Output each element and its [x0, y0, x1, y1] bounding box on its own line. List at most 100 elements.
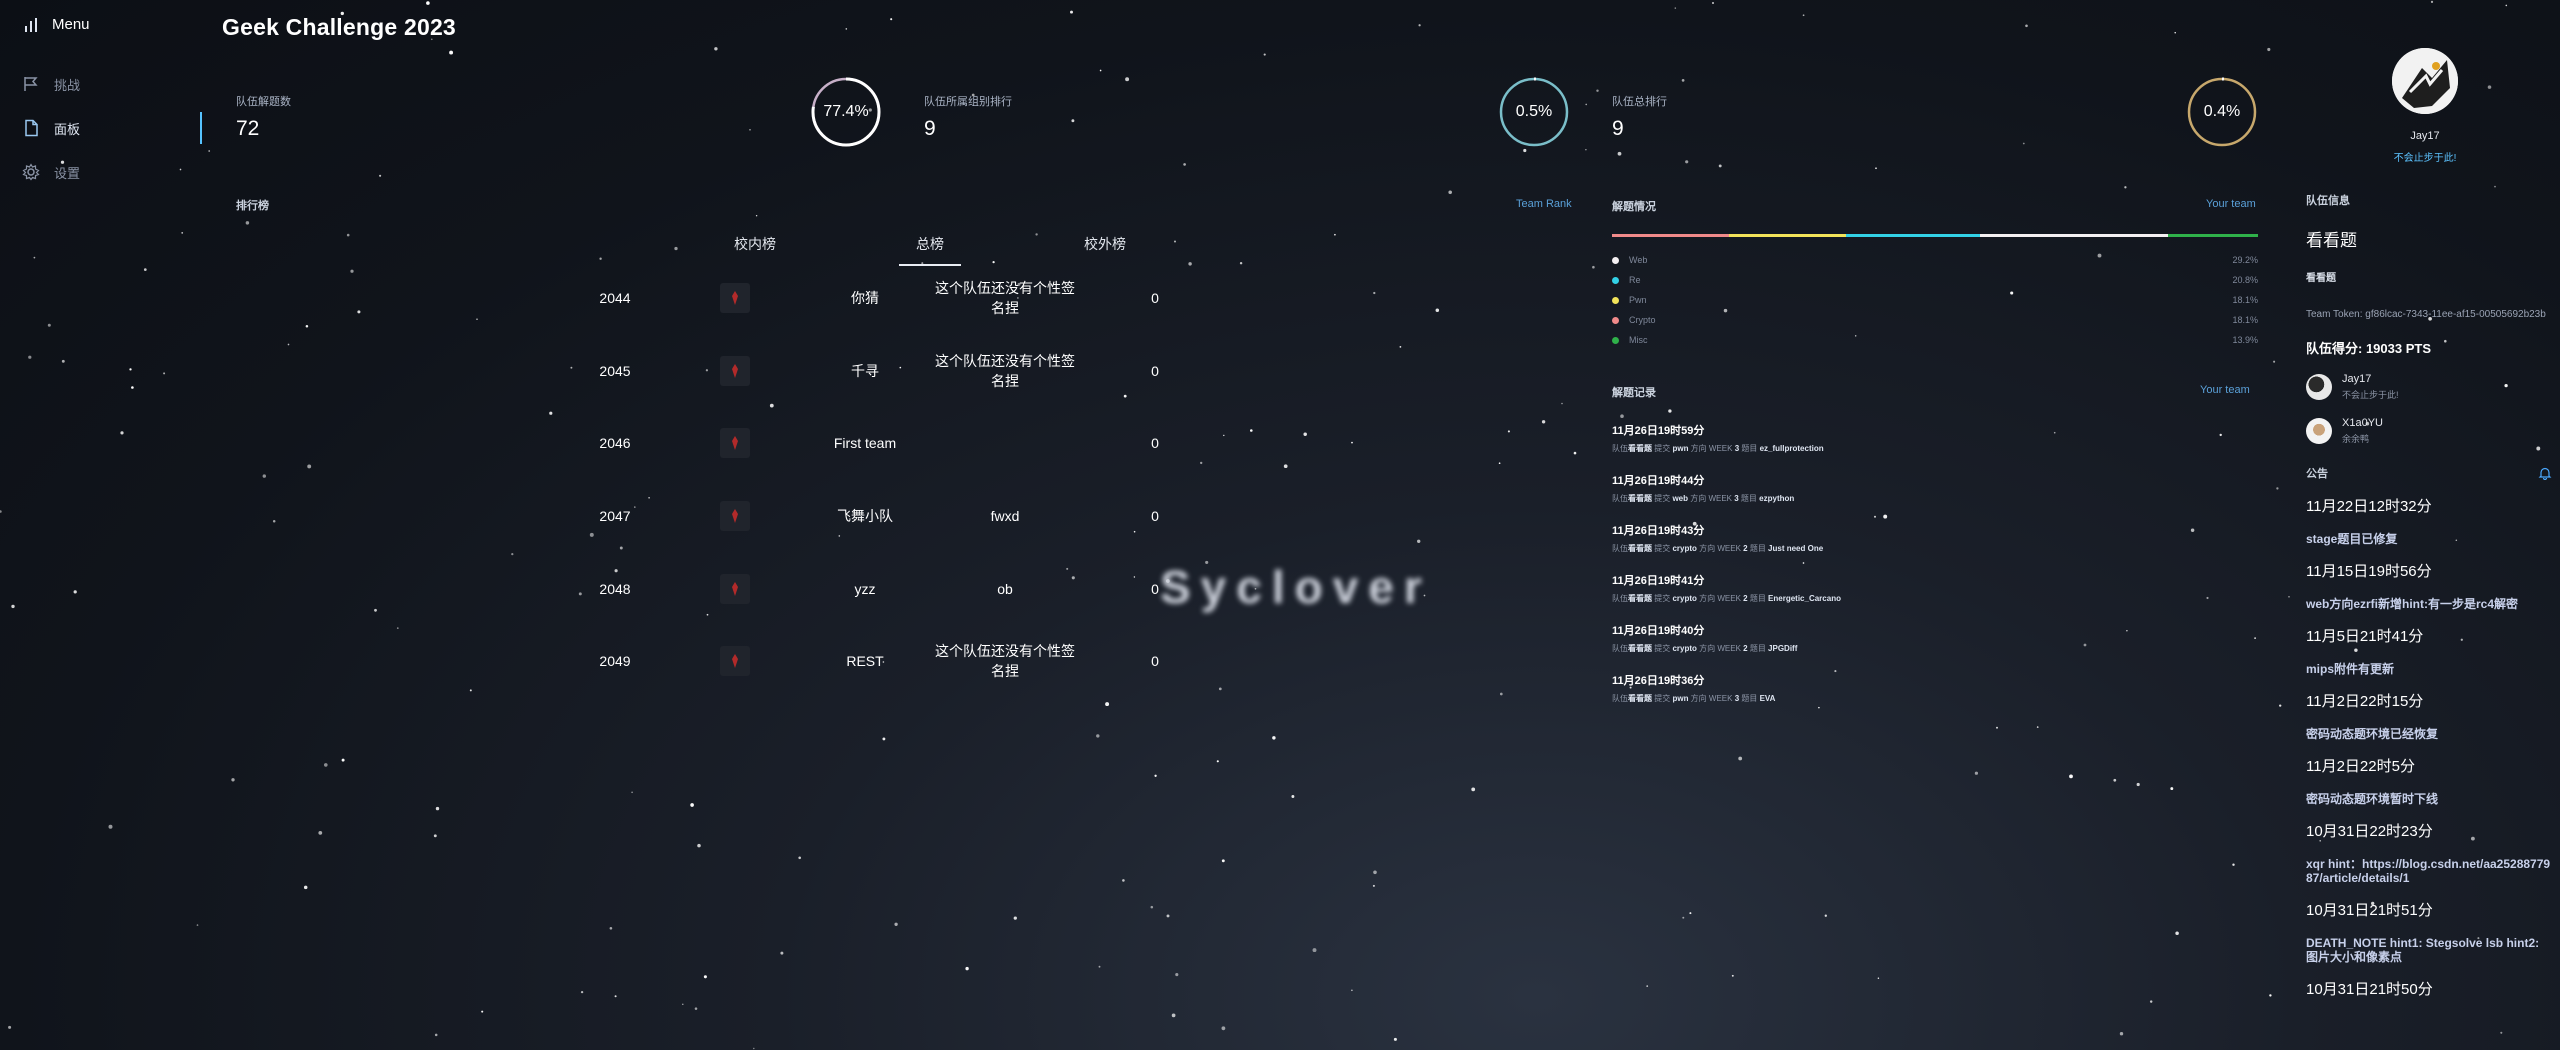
star [272, 519, 276, 523]
team-token: Team Token: gf86lcac-7343-11ee-af15-0050… [2306, 309, 2546, 320]
star [1393, 1037, 1397, 1041]
sidebar-item-settings[interactable]: 设置 [22, 160, 80, 184]
star [714, 47, 718, 51]
star [882, 737, 886, 741]
star [481, 1010, 484, 1013]
star [1646, 985, 1649, 987]
star [1221, 859, 1225, 863]
star [323, 763, 328, 767]
tab-external[interactable]: 校外榜 [1040, 230, 1170, 266]
ring-percent: 0.5% [1515, 103, 1553, 120]
star [28, 355, 32, 359]
star [1334, 233, 1336, 236]
announcement-text: DEATH_NOTE hint1: Stegsolve lsb hint2: 图… [2306, 936, 2540, 964]
legend-dot [1612, 256, 1619, 264]
user-avatar[interactable] [2392, 48, 2458, 114]
ranking-tabs: 校内榜 总榜 校外榜 [690, 230, 1170, 266]
star [1498, 462, 1501, 465]
star [1351, 989, 1353, 992]
table-row[interactable]: 2045 千寻 这个队伍还没有个性签名捏 0 [560, 335, 1280, 408]
records-link[interactable]: Your team [2200, 384, 2250, 396]
star [549, 411, 553, 415]
category-percent: 18.1% [2232, 295, 2258, 305]
solve-stats-link[interactable]: Your team [2206, 198, 2256, 210]
star [1507, 430, 1510, 433]
rank-cell: 2044 [599, 290, 631, 307]
star [73, 590, 77, 594]
tab-school[interactable]: 校内榜 [690, 230, 820, 266]
star [435, 806, 440, 811]
announcement-date: 10月31日22时23分 [2306, 823, 2433, 840]
star [2267, 47, 2271, 52]
member-item[interactable]: X1a0YU 余余鸭 [2306, 417, 2552, 445]
star [1499, 692, 1503, 696]
table-row[interactable]: 2044 你猜 这个队伍还没有个性签名捏 0 [560, 262, 1280, 335]
team-logo [670, 428, 800, 459]
sidebar-item-dashboard[interactable]: 面板 [22, 116, 80, 140]
star [434, 1033, 438, 1037]
star [1681, 79, 1685, 82]
bar-segment-web [1979, 234, 2169, 237]
ranking-table: 2044 你猜 这个队伍还没有个性签名捏 0 2045 千寻 这个队伍还没有个性… [560, 262, 1280, 698]
star [845, 28, 848, 30]
table-row[interactable]: 2049 REST 这个队伍还没有个性签名捏 0 [560, 625, 1280, 698]
stat-label: 队伍总排行 [1612, 96, 1667, 108]
legend-dot [1612, 276, 1619, 284]
record-time: 11月26日19时40分 [1612, 625, 1705, 637]
record-time: 11月26日19时59分 [1612, 425, 1705, 437]
star [965, 966, 969, 971]
record-time: 11月26日19时36分 [1612, 675, 1705, 687]
menu-header[interactable]: Menu [24, 16, 90, 33]
rank-cell: 2046 [599, 435, 631, 452]
star [8, 1025, 12, 1029]
member-motto: 余余鸭 [2342, 434, 2370, 444]
sidebar-item-challenges[interactable]: 挑战 [22, 72, 80, 96]
announcement-text: xqr hint：https://blog.csdn.net/aa2528877… [2306, 857, 2551, 885]
team-logo-icon [732, 581, 738, 596]
category-distribution-bar [1612, 234, 2259, 237]
sidebar-item-label: 面板 [54, 121, 81, 137]
record-description: 队伍看看题 提交 crypto 方向 WEEK 2 题目 Just need O… [1612, 544, 1824, 553]
table-row[interactable]: 2046 First team 0 [560, 407, 1280, 480]
star [129, 368, 132, 371]
star [1620, 414, 1624, 418]
star [1221, 1026, 1226, 1031]
member-item[interactable]: Jay17 不会止步于此! [2306, 373, 2552, 401]
record-description: 队伍看看题 提交 pwn 方向 WEEK 3 题目 ez_fullprotect… [1612, 444, 1824, 453]
stat-value: 72 [236, 117, 260, 140]
star [2113, 778, 2117, 782]
star [1573, 451, 1577, 455]
bar-segment-re [1845, 234, 1980, 237]
solve-records-list: 11月26日19时59分队伍看看题 提交 pwn 方向 WEEK 3 题目 ez… [1612, 422, 2252, 722]
star [179, 168, 182, 171]
star [2174, 31, 2176, 34]
announcement-text: stage题目已修复 [2306, 532, 2398, 546]
star [1175, 973, 1179, 977]
star [694, 1007, 698, 1010]
star [379, 174, 382, 177]
member-name: Jay17 [2342, 373, 2372, 385]
member-avatar [2306, 374, 2332, 400]
member-name: X1a0YU [2342, 417, 2383, 429]
star [245, 221, 250, 225]
star [2276, 487, 2279, 490]
star [1435, 308, 1440, 312]
star [469, 689, 472, 692]
user-name: Jay17 [2410, 130, 2440, 142]
records-title: 解题记录 [1612, 387, 1656, 399]
star [1974, 771, 1978, 775]
star [1877, 977, 1880, 980]
bell-icon[interactable] [2538, 466, 2552, 480]
tab-overall[interactable]: 总榜 [865, 230, 995, 266]
star [690, 803, 694, 807]
star [143, 268, 147, 271]
star [1674, 7, 1677, 9]
table-row[interactable]: 2047 飞舞小队 fwxd 0 [560, 480, 1280, 553]
star [305, 324, 309, 328]
star [1166, 914, 1170, 918]
star [2124, 186, 2127, 189]
star [1291, 795, 1295, 798]
team-rank-link[interactable]: Team Rank [1516, 198, 1572, 210]
star [511, 552, 514, 556]
bar-segment-misc [2168, 234, 2259, 237]
